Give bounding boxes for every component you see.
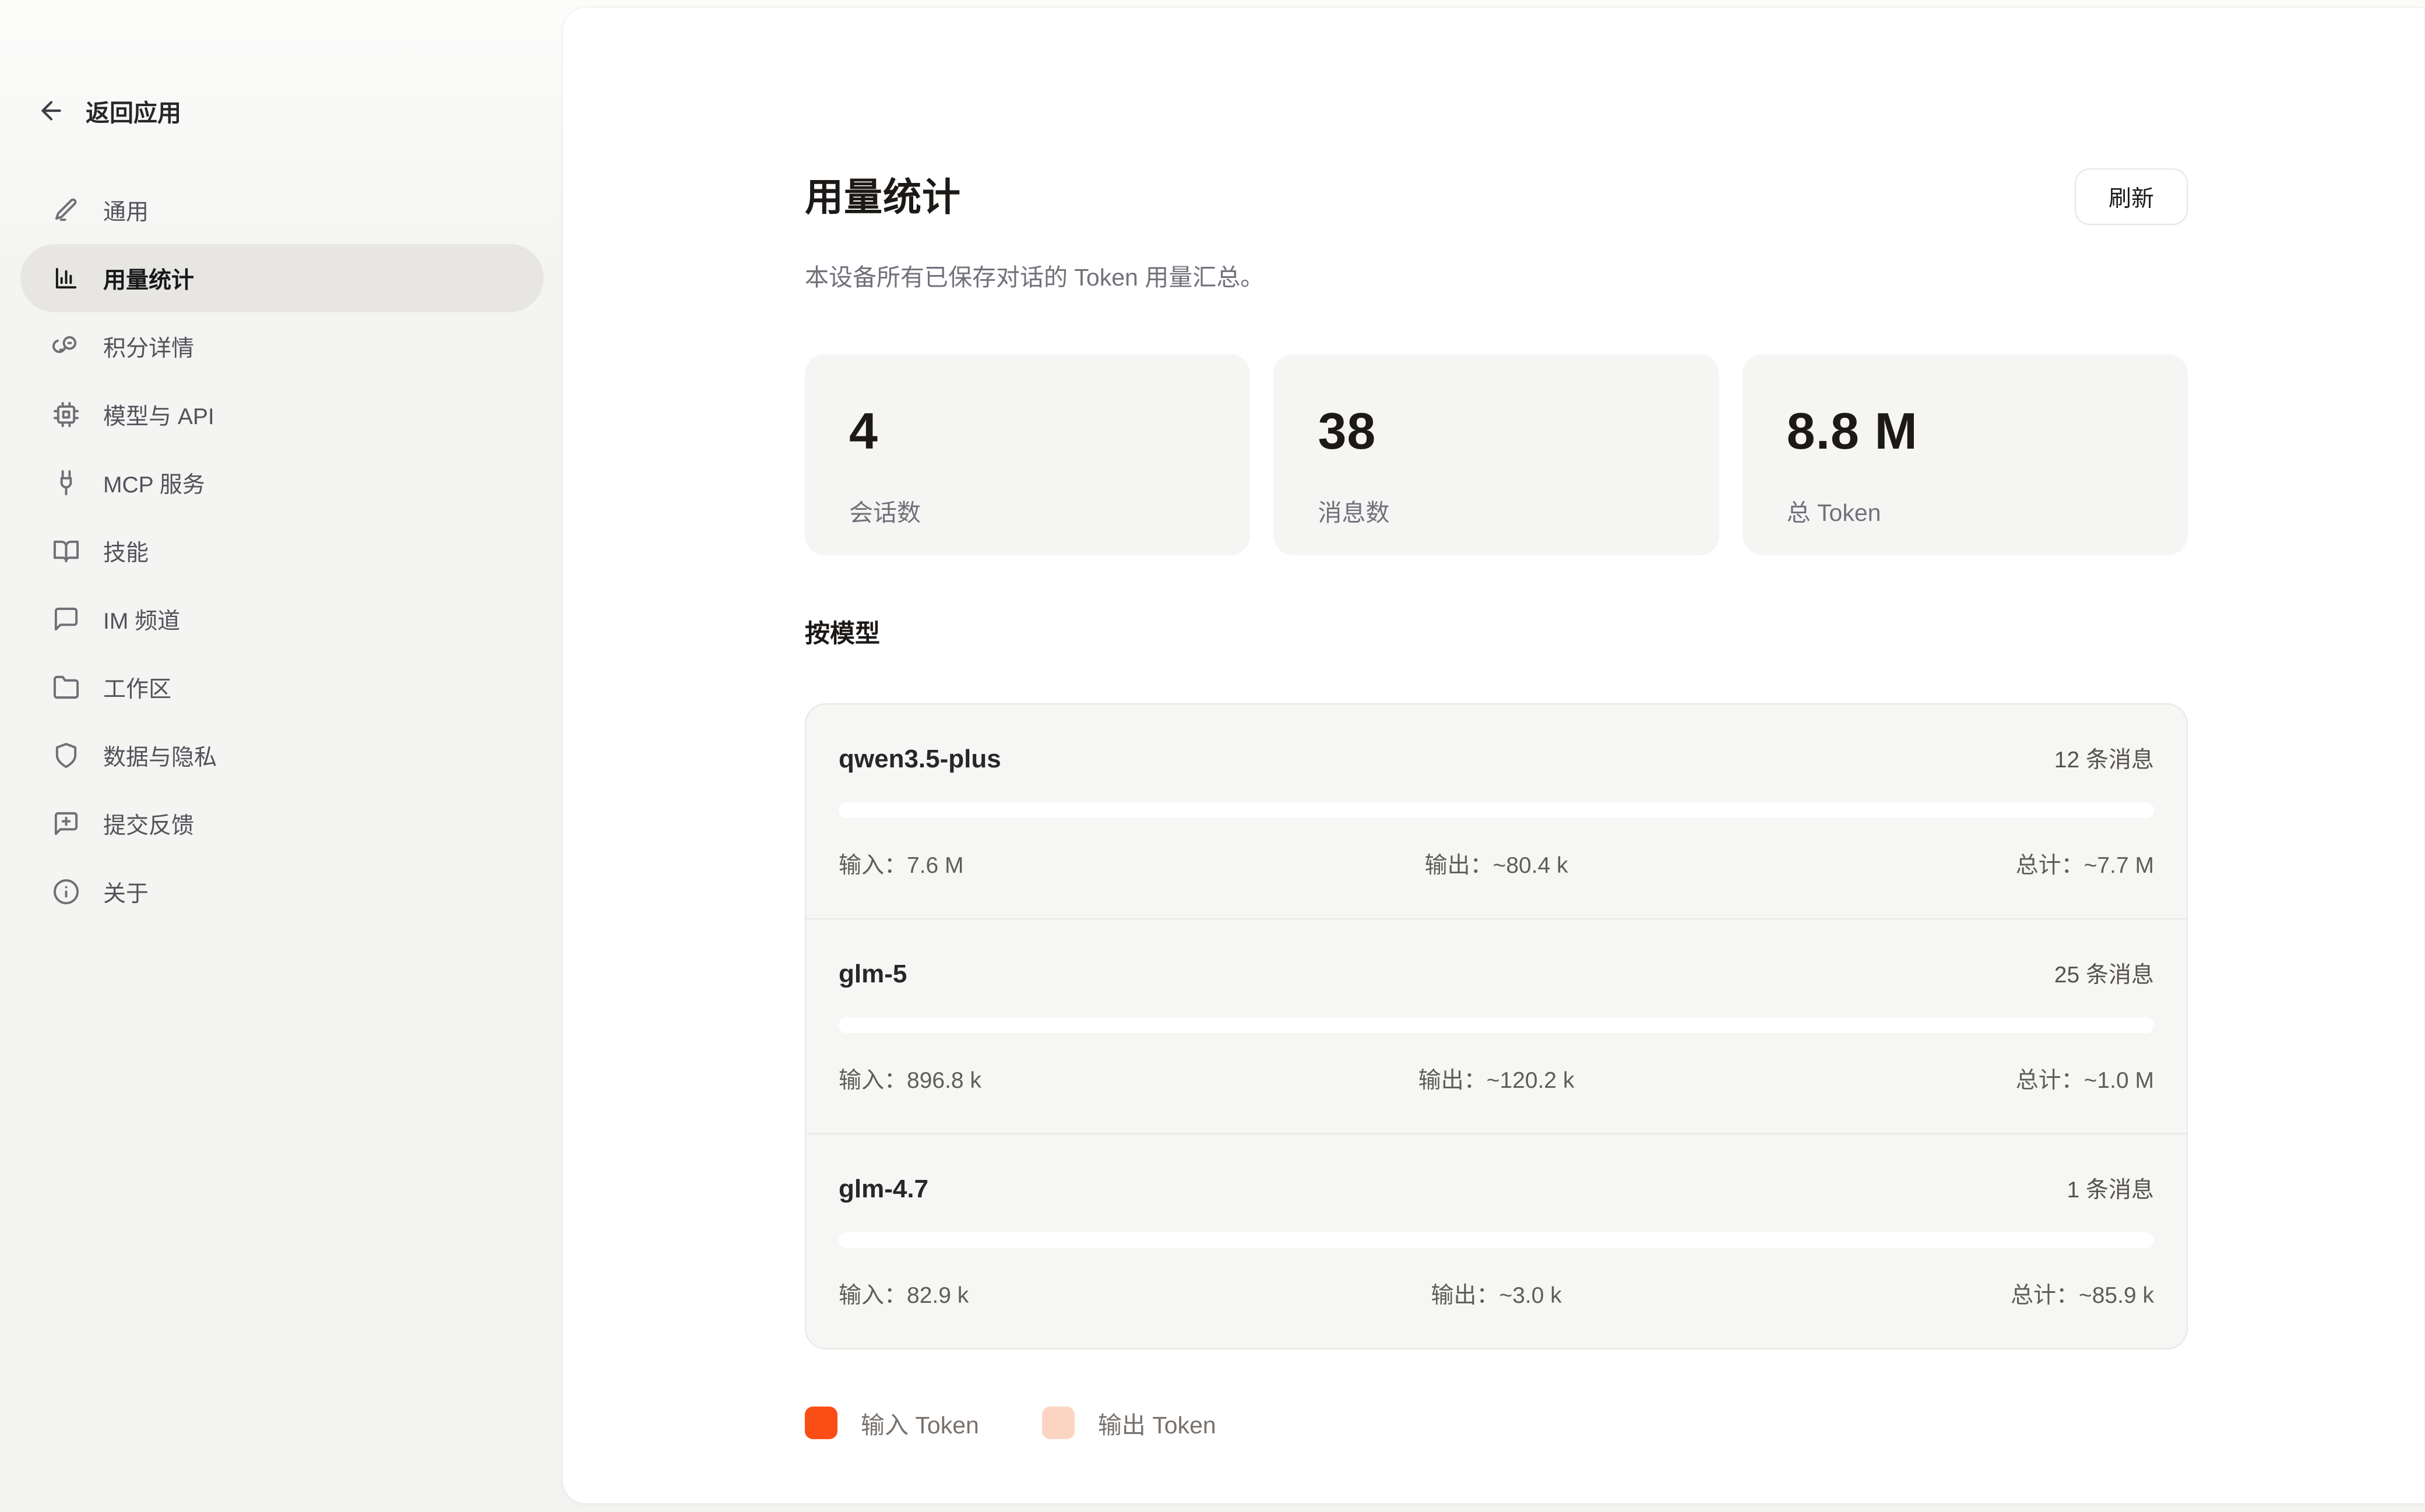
model-total-tokens: 总计：~7.7 M: [1716, 847, 2154, 880]
total-tokens-label: 总 Token: [1787, 493, 2144, 528]
model-message-count: 12 条消息: [2054, 742, 2154, 774]
legend-item-output: 输出 Token: [1042, 1405, 1216, 1440]
model-input-tokens: 输入：82.9 k: [839, 1277, 1277, 1310]
output-token-swatch: [1042, 1407, 1075, 1439]
stat-card-total-tokens: 8.8 M 总 Token: [1743, 354, 2188, 555]
model-output-tokens: 输出：~80.4 k: [1277, 847, 1715, 880]
token-usage-bar: [839, 1232, 2154, 1248]
main-panel: 用量统计 刷新 本设备所有已保存对话的 Token 用量汇总。 4 会话数 38…: [562, 7, 2425, 1504]
sidebar-item-label: 通用: [103, 194, 149, 227]
model-total-tokens: 总计：~1.0 M: [1716, 1062, 2154, 1095]
messages-label: 消息数: [1318, 493, 1674, 528]
sidebar-item-about[interactable]: 关于: [20, 858, 544, 926]
model-row-glm-4-7: glm-4.7 1 条消息 输入：82.9 k 输出：~3.0 k 总计：~85…: [806, 1133, 2187, 1348]
model-name: glm-5: [839, 960, 907, 989]
sidebar-item-label: MCP 服务: [103, 467, 205, 499]
shield-icon: [52, 742, 80, 769]
models-usage-panel: qwen3.5-plus 12 条消息 输入：7.6 M 输出：~80.4 k …: [805, 703, 2188, 1349]
coins-icon: [52, 333, 80, 360]
sidebar-item-usage-stats[interactable]: 用量统计: [20, 244, 544, 312]
token-usage-bar: [839, 802, 2154, 818]
stat-card-sessions: 4 会话数: [805, 354, 1250, 555]
summary-cards: 4 会话数 38 消息数 8.8 M 总 Token: [805, 354, 2188, 555]
sidebar-item-workspace[interactable]: 工作区: [20, 653, 544, 721]
stat-card-messages: 38 消息数: [1273, 354, 1719, 555]
model-row-glm-5: glm-5 25 条消息 输入：896.8 k 输出：~120.2 k 总计：~…: [806, 918, 2187, 1133]
model-message-count: 25 条消息: [2054, 957, 2154, 989]
sidebar-item-label: 模型与 API: [103, 399, 214, 431]
input-token-swatch: [805, 1407, 837, 1439]
sessions-label: 会话数: [849, 493, 1206, 528]
folder-icon: [52, 674, 80, 701]
messages-count: 38: [1318, 406, 1674, 457]
info-circle-icon: [52, 878, 80, 905]
cpu-icon: [52, 401, 80, 428]
legend-item-input: 输入 Token: [805, 1405, 979, 1440]
page-title: 用量统计: [805, 166, 961, 222]
sidebar-item-label: 积分详情: [103, 330, 194, 363]
input-token-label: 输入 Token: [861, 1405, 979, 1440]
token-usage-bar: [839, 1017, 2154, 1033]
message-square-plus-icon: [52, 810, 80, 837]
token-legend: 输入 Token 输出 Token: [805, 1405, 2188, 1440]
arrow-left-icon: [37, 96, 66, 125]
model-output-tokens: 输出：~120.2 k: [1277, 1062, 1715, 1095]
sidebar-item-feedback[interactable]: 提交反馈: [20, 790, 544, 858]
sessions-count: 4: [849, 406, 1206, 457]
sidebar-item-label: IM 频道: [103, 603, 180, 636]
sidebar-item-label: 关于: [103, 876, 149, 908]
sidebar-item-mcp-services[interactable]: MCP 服务: [20, 449, 544, 517]
bar-chart-icon: [52, 265, 80, 292]
back-to-app-button[interactable]: 返回应用: [37, 93, 544, 128]
model-input-tokens: 输入：896.8 k: [839, 1062, 1277, 1095]
usage-stats-page: 用量统计 刷新 本设备所有已保存对话的 Token 用量汇总。 4 会话数 38…: [805, 8, 2188, 1503]
pen-icon: [52, 196, 80, 224]
model-row-qwen3-5-plus: qwen3.5-plus 12 条消息 输入：7.6 M 输出：~80.4 k …: [806, 704, 2187, 918]
sidebar-item-label: 数据与隐私: [103, 739, 217, 772]
book-open-icon: [52, 537, 80, 565]
message-square-icon: [52, 605, 80, 633]
model-name: qwen3.5-plus: [839, 745, 1001, 774]
total-tokens-count: 8.8 M: [1787, 406, 2144, 457]
back-to-app-label: 返回应用: [86, 93, 181, 128]
sidebar-item-label: 用量统计: [103, 262, 194, 295]
sidebar-item-skills[interactable]: 技能: [20, 517, 544, 585]
by-model-heading: 按模型: [805, 614, 2188, 650]
sidebar-item-label: 工作区: [103, 671, 171, 704]
sidebar-item-credits[interactable]: 积分详情: [20, 312, 544, 380]
sidebar-item-data-privacy[interactable]: 数据与隐私: [20, 721, 544, 790]
model-output-tokens: 输出：~3.0 k: [1277, 1277, 1715, 1310]
plug-icon: [52, 469, 80, 496]
model-message-count: 1 条消息: [2067, 1172, 2154, 1204]
sidebar-item-label: 技能: [103, 535, 149, 568]
sidebar-item-models-api[interactable]: 模型与 API: [20, 380, 544, 449]
model-name: glm-4.7: [839, 1175, 928, 1204]
page-subtitle: 本设备所有已保存对话的 Token 用量汇总。: [805, 258, 2188, 292]
sidebar-item-im-channels[interactable]: IM 频道: [20, 585, 544, 653]
model-total-tokens: 总计：~85.9 k: [1716, 1277, 2154, 1310]
refresh-button[interactable]: 刷新: [2075, 168, 2188, 225]
sidebar-item-label: 提交反馈: [103, 808, 194, 840]
sidebar-item-general[interactable]: 通用: [20, 176, 544, 244]
model-input-tokens: 输入：7.6 M: [839, 847, 1277, 880]
page-header: 用量统计 刷新: [805, 166, 2188, 225]
settings-sidebar: 返回应用 通用 用量统计 积分详情 模型与 API MCP 服务 技能 I: [0, 0, 562, 1512]
sidebar-nav: 通用 用量统计 积分详情 模型与 API MCP 服务 技能 IM 频道 工作: [20, 176, 544, 926]
output-token-label: 输出 Token: [1098, 1405, 1216, 1440]
